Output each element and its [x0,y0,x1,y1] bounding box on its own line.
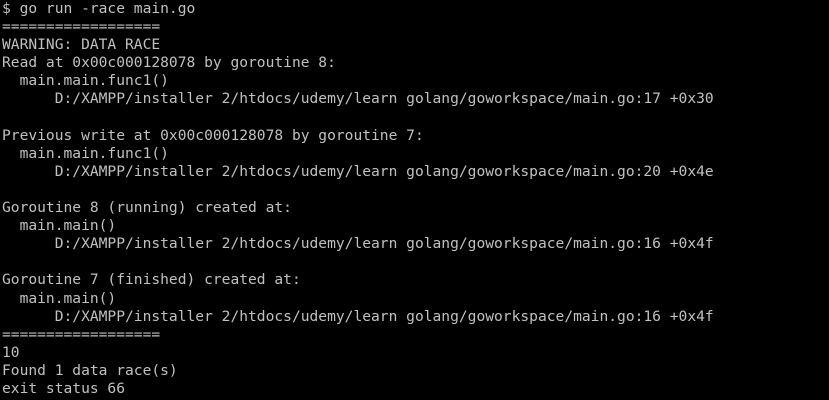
goroutine-created-line: Goroutine 7 (finished) created at: [2,271,301,289]
goroutine-created-line: Goroutine 8 (running) created at: [2,199,292,217]
warning-heading: WARNING: DATA RACE [2,36,161,54]
terminal-window[interactable]: $ go run -race main.go =================… [0,0,829,400]
program-output-line: 10 [2,343,20,361]
stack-function-line: main.main() [2,217,117,235]
race-summary-line: Found 1 data race(s) [2,361,178,379]
stack-path-line: D:/XAMPP/installer 2/htdocs/udemy/learn … [2,235,714,253]
read-at-line: Read at 0x00c000128078 by goroutine 8: [2,54,336,72]
separator-line: ================== [2,325,161,343]
stack-function-line: main.main.func1() [2,72,169,90]
command-line: $ go run -race main.go [2,0,196,17]
stack-path-line: D:/XAMPP/installer 2/htdocs/udemy/learn … [2,90,714,108]
previous-write-line: Previous write at 0x00c000128078 by goro… [2,126,424,144]
stack-function-line: main.main.func1() [2,144,169,162]
stack-function-line: main.main() [2,289,117,307]
stack-path-line: D:/XAMPP/installer 2/htdocs/udemy/learn … [2,307,714,325]
exit-status-line: exit status 66 [2,379,126,397]
stack-path-line: D:/XAMPP/installer 2/htdocs/udemy/learn … [2,162,714,180]
separator-line: ================== [2,18,161,36]
